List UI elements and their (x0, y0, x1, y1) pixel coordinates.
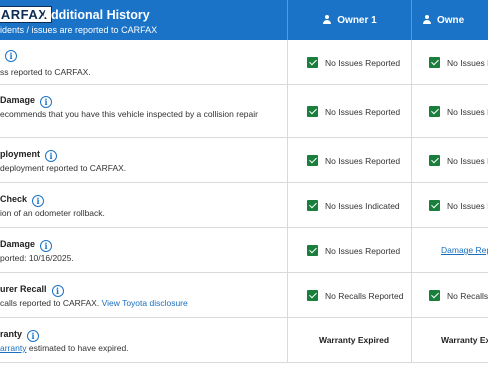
checkmark-icon (307, 290, 318, 301)
owner-1-label: Owner 1 (337, 15, 377, 26)
status-text: No Issues In (447, 201, 488, 211)
table-row: ployment i deployment reported to CARFAX.… (0, 138, 488, 183)
row-label-cell: urer Recall i calls reported to CARFAX. V… (0, 273, 287, 317)
section-title: Additional History (42, 8, 150, 22)
status-text: No Issues R (447, 58, 488, 68)
owner-2-cell: No Issues R (411, 85, 488, 137)
owner-2-cell: Warranty Exp (411, 318, 488, 362)
warranty-link[interactable]: arranty (0, 343, 26, 353)
info-icon[interactable]: i (40, 240, 53, 252)
row-label-cell: Damage i ecommends that you have this veh… (0, 85, 287, 137)
owner-2-cell: Damage Repo (411, 228, 488, 272)
status-text: No Issues R (447, 107, 488, 117)
row-description: estimated to have expired. (28, 343, 129, 353)
table-row: i ss reported to CARFAX. No Issues Repor… (0, 40, 488, 85)
status-text: No Issues Indicated (325, 201, 400, 211)
checkmark-icon (307, 245, 318, 256)
status-text: Warranty Expired (319, 335, 390, 345)
section-subtitle: idents / issues are reported to CARFAX (0, 25, 158, 35)
status-text: Warranty Exp (441, 335, 488, 345)
row-description: ecommends that you have this vehicle ins… (0, 109, 258, 119)
status-text: No Issues Reported (325, 246, 401, 256)
info-icon[interactable]: i (51, 285, 64, 297)
info-icon[interactable]: i (32, 195, 45, 207)
owner-1-cell: No Issues Indicated (287, 183, 411, 227)
person-icon (322, 15, 332, 24)
row-description: calls reported to CARFAX. (0, 298, 100, 308)
owner-2-label: Owne (437, 15, 465, 26)
table-row: ranty i arranty estimated to have expired… (0, 318, 488, 363)
row-label-cell: Damage i ported: 10/16/2025. (0, 228, 287, 272)
damage-report-link[interactable]: Damage Repo (441, 245, 488, 255)
table-row: Check i ion of an odometer rollback. No I… (0, 183, 488, 228)
checkmark-icon (429, 57, 440, 68)
toyota-disclosure-link[interactable]: View Toyota disclosure (102, 298, 188, 308)
row-title: Check (0, 194, 28, 204)
checkmark-icon (307, 57, 318, 68)
owner-1-cell: No Issues Reported (287, 228, 411, 272)
row-title: Damage (0, 95, 36, 105)
row-title: Damage (0, 239, 36, 249)
row-label-cell: ployment i deployment reported to CARFAX. (0, 138, 287, 182)
row-label-cell: i ss reported to CARFAX. (0, 40, 287, 84)
table-row: Damage i ecommends that you have this veh… (0, 85, 488, 138)
checkmark-icon (429, 290, 440, 301)
row-title: ployment (0, 149, 41, 159)
row-label-cell: ranty i arranty estimated to have expired… (0, 318, 287, 362)
table-row: Damage i ported: 10/16/2025. No Issues Re… (0, 228, 488, 273)
history-header: CARFAX Additional History idents / issue… (0, 0, 488, 40)
row-description: ion of an odometer rollback. (0, 208, 105, 218)
table-row: urer Recall i calls reported to CARFAX. V… (0, 273, 488, 318)
row-description: ported: 10/16/2025. (0, 253, 74, 263)
row-label-cell: Check i ion of an odometer rollback. (0, 183, 287, 227)
checkmark-icon (429, 200, 440, 211)
checkmark-icon (307, 155, 318, 166)
owner-1-cell: Warranty Expired (287, 318, 411, 362)
info-icon[interactable]: i (27, 330, 40, 342)
owner-1-cell: No Issues Reported (287, 138, 411, 182)
status-text: No Issues Reported (325, 107, 401, 117)
checkmark-icon (307, 106, 318, 117)
owner-2-cell: No Issues R (411, 40, 488, 84)
checkmark-icon (429, 106, 440, 117)
row-title: ranty (0, 329, 23, 339)
info-icon[interactable]: i (45, 150, 58, 162)
info-icon[interactable]: i (40, 96, 53, 108)
owner-2-cell: No Recalls R (411, 273, 488, 317)
info-icon[interactable]: i (5, 50, 17, 62)
owner-2-cell: No Issues R (411, 138, 488, 182)
owner-1-column-header: Owner 1 (287, 0, 411, 40)
status-text: No Recalls R (447, 291, 488, 301)
owner-1-cell: No Issues Reported (287, 85, 411, 137)
person-icon (422, 15, 432, 24)
status-text: No Issues R (447, 156, 488, 166)
row-title: urer Recall (0, 284, 47, 294)
owner-1-cell: No Issues Reported (287, 40, 411, 84)
owner-2-column-header: Owne (411, 0, 488, 40)
checkmark-icon (307, 200, 318, 211)
row-description: deployment reported to CARFAX. (0, 163, 127, 173)
row-description: ss reported to CARFAX. (0, 67, 91, 77)
status-text: No Issues Reported (325, 58, 401, 68)
checkmark-icon (429, 155, 440, 166)
owner-2-cell: No Issues In (411, 183, 488, 227)
owner-1-cell: No Recalls Reported (287, 273, 411, 317)
status-text: No Issues Reported (325, 156, 401, 166)
status-text: No Recalls Reported (325, 291, 404, 301)
